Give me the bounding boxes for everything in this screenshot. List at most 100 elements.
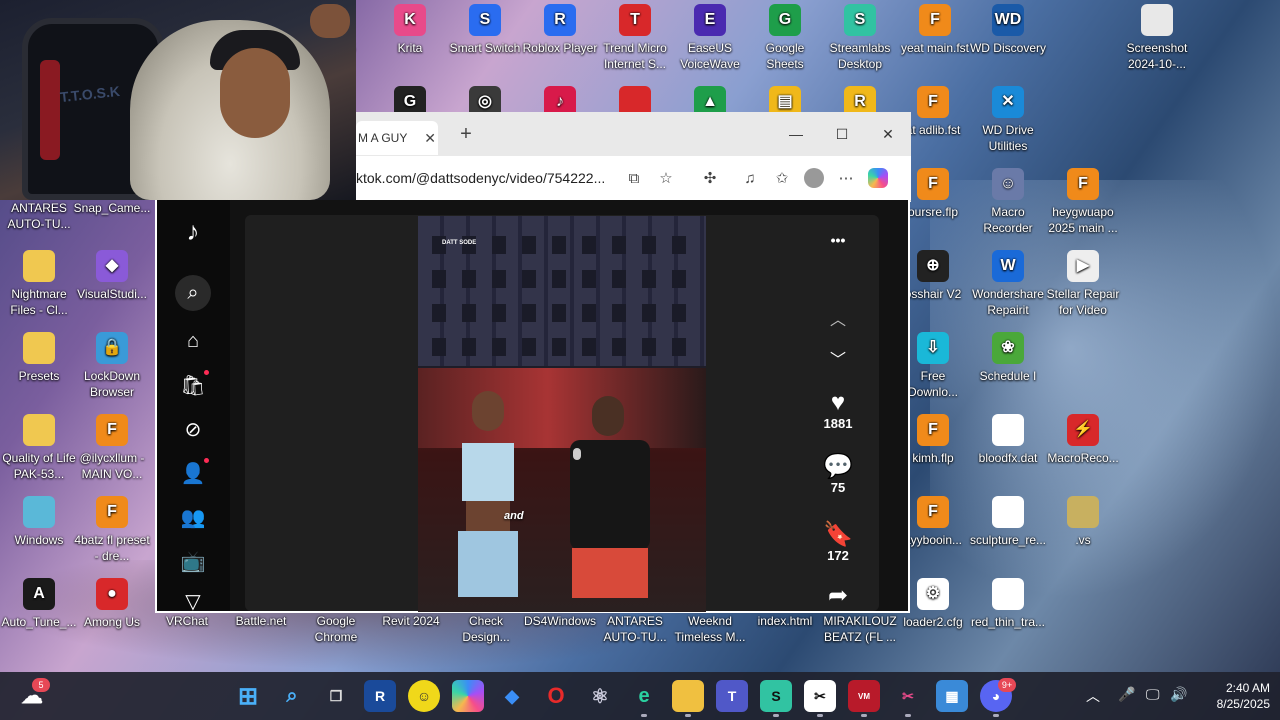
desktop-icon[interactable]: ⚡ MacroReco... <box>1044 414 1122 466</box>
task-view-icon[interactable]: ❐ <box>320 680 352 712</box>
previous-video-chevron-icon[interactable]: ︿ <box>827 306 849 330</box>
network-icon[interactable]: 🖵 <box>1146 686 1160 703</box>
system-clock[interactable]: 2:40 AM 8/25/2025 <box>1190 680 1270 712</box>
desktop-icon[interactable]: index.html <box>746 613 824 629</box>
desktop-icon[interactable]: Google Chrome <box>297 613 375 645</box>
volume-icon[interactable]: 🔊 <box>1170 686 1187 703</box>
desktop-icon[interactable]: WD WD Discovery <box>969 4 1047 56</box>
desktop-icon[interactable]: W Wondershare Repairit <box>969 250 1047 318</box>
app-icon: E <box>694 4 726 36</box>
desktop-icon[interactable]: ▶ Stellar Repair for Video <box>1044 250 1122 318</box>
next-video-chevron-icon[interactable]: ﹀ <box>827 346 849 370</box>
desktop-icon[interactable]: S Smart Switch <box>446 4 524 56</box>
dropbox-icon[interactable]: ◆ <box>496 680 528 712</box>
microphone-icon[interactable]: 🎤 <box>1118 686 1135 703</box>
desktop-icon[interactable]: E EaseUS VoiceWave <box>671 4 749 72</box>
share-icon[interactable]: ➦ <box>817 584 859 608</box>
app-icon: F <box>917 168 949 200</box>
desktop-icon[interactable]: Screenshot 2024-10-... <box>1118 4 1196 72</box>
desktop-icon[interactable]: ANTARES AUTO-TU... <box>596 613 674 645</box>
desktop-icon[interactable]: T Trend Micro Internet S... <box>596 4 674 72</box>
desktop-icon[interactable]: S Streamlabs Desktop <box>821 4 899 72</box>
building-window <box>522 236 536 254</box>
desktop-icon[interactable]: Fyeat main.fst <box>896 4 974 56</box>
desktop-icon[interactable]: Quality of Life PAK-53... <box>0 414 78 482</box>
tiktok-logo-icon[interactable]: ♪ <box>175 216 211 246</box>
capcut-icon[interactable]: ✂ <box>804 680 836 712</box>
desktop-icon[interactable]: ● Among Us <box>73 578 151 630</box>
desktop-icon[interactable]: VRChat <box>148 613 226 629</box>
maximize-button[interactable]: ☐ <box>819 126 865 143</box>
desktop-icon[interactable]: G Google Sheets <box>746 4 824 72</box>
tab-close-icon[interactable]: ✕ <box>424 130 436 147</box>
video-player[interactable]: DATT SODE and <box>418 216 706 612</box>
media-control-icon[interactable]: ♫ <box>734 170 766 187</box>
desktop-icon[interactable]: K Krita <box>371 4 449 56</box>
open-in-app-icon[interactable]: ⧉ <box>618 170 650 187</box>
favorites-icon[interactable]: ✩ <box>766 169 798 187</box>
desktop-icon[interactable]: red_thin_tra... <box>969 578 1047 630</box>
opera-icon[interactable]: O <box>540 680 572 712</box>
profile-avatar[interactable] <box>804 168 824 188</box>
desktop-icon[interactable]: Windows <box>0 496 78 548</box>
photos-icon[interactable]: ▦ <box>936 680 968 712</box>
more-options-button[interactable]: ••• <box>817 232 859 248</box>
desktop-icon[interactable]: Snap_Came... <box>73 200 151 216</box>
tray-overflow-chevron-icon[interactable]: ︿ <box>1086 686 1100 706</box>
comment-icon[interactable]: 💬 <box>817 454 859 480</box>
search-icon[interactable]: ⌕ <box>175 275 211 311</box>
heart-icon[interactable]: ♥ <box>817 390 859 416</box>
friends-icon[interactable]: 👥 <box>175 502 211 532</box>
file-explorer-icon[interactable] <box>672 680 704 712</box>
desktop-icon[interactable]: Nightmare Files - Cl... <box>0 250 78 318</box>
desktop-icon[interactable]: Fheygwuapo 2025 main ... <box>1044 168 1122 236</box>
desktop-icon-label: .vs <box>1075 533 1091 547</box>
desktop-icon[interactable]: Presets <box>0 332 78 384</box>
desktop-icon[interactable]: Battle.net <box>222 613 300 629</box>
extensions-icon[interactable]: ✣ <box>694 169 726 187</box>
desktop-icon[interactable]: F 4batz fl preset - dre... <box>73 496 151 564</box>
atom-icon[interactable]: ⚛ <box>584 680 616 712</box>
desktop-icon[interactable]: R Roblox Player <box>521 4 599 56</box>
url-field[interactable]: ktok.com/@dattsodenyc/video/754222... <box>356 170 606 186</box>
desktop-icon[interactable]: MIRAKILOUZ BEATZ (FL ... <box>821 613 899 645</box>
new-tab-button[interactable]: + <box>452 123 480 146</box>
bookmark-icon[interactable]: 🔖 <box>817 522 859 548</box>
desktop-icon[interactable]: Revit 2024 <box>372 613 450 629</box>
desktop-icon[interactable]: 🔒 LockDown Browser <box>73 332 151 400</box>
desktop-icon[interactable]: Weeknd Timeless M... <box>671 613 749 645</box>
snipping-tool-icon[interactable]: ✂ <box>892 680 924 712</box>
streamlabs-taskbar-icon[interactable]: S <box>760 680 792 712</box>
teams-icon[interactable]: T <box>716 680 748 712</box>
browser-tab[interactable]: M A GUY ✕ <box>356 121 438 155</box>
desktop-icon[interactable]: ◆ VisualStudi... <box>73 250 151 302</box>
smiley-app-icon[interactable]: ☺ <box>408 680 440 712</box>
app-icon <box>23 250 55 282</box>
upload-icon[interactable]: ▽ <box>175 591 211 613</box>
home-icon[interactable]: ⌂ <box>175 326 211 356</box>
minimize-button[interactable]: — <box>773 126 819 143</box>
edge-icon[interactable]: e <box>628 680 660 712</box>
voicemeeter-icon[interactable]: VM <box>848 680 880 712</box>
more-menu-icon[interactable]: ⋯ <box>830 169 862 187</box>
desktop-icon[interactable]: .vs <box>1044 496 1122 548</box>
search-taskbar-icon[interactable]: ⌕ <box>276 680 308 712</box>
desktop-icon[interactable]: ☺ Macro Recorder <box>969 168 1047 236</box>
live-icon[interactable]: 📺 <box>175 546 211 576</box>
close-window-button[interactable]: ✕ <box>865 126 911 143</box>
desktop-icon[interactable]: A Auto_Tune_... <box>0 578 78 630</box>
desktop-icon[interactable]: ❀ Schedule I <box>969 332 1047 384</box>
desktop-icon[interactable]: Check Design... <box>447 613 525 645</box>
desktop-icon[interactable]: F @ilycxllum - MAIN VO... <box>73 414 151 482</box>
copilot-icon[interactable] <box>868 168 888 188</box>
desktop-icon[interactable]: DS4Windows <box>521 613 599 629</box>
desktop-icon[interactable]: sculpture_re... <box>969 496 1047 548</box>
desktop-icon[interactable]: ANTARES AUTO-TU... <box>0 200 78 232</box>
start-button[interactable]: ⊞ <box>232 680 264 712</box>
desktop-icon[interactable]: ✕ WD Drive Utilities <box>969 86 1047 154</box>
explore-icon[interactable]: ⊘ <box>175 414 211 444</box>
favorite-star-icon[interactable]: ☆ <box>650 169 682 187</box>
desktop-icon[interactable]: bloodfx.dat <box>969 414 1047 466</box>
copilot-taskbar-icon[interactable] <box>452 680 484 712</box>
revit-icon[interactable]: R <box>364 680 396 712</box>
